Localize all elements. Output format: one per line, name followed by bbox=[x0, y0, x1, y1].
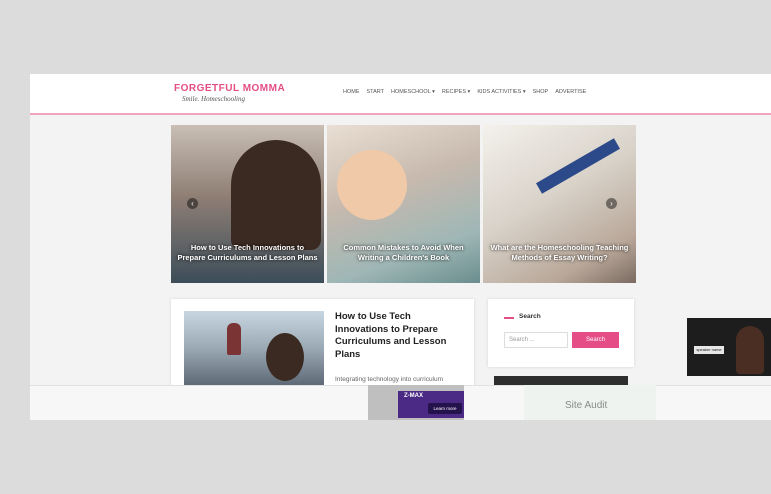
nav-homeschool[interactable]: HOMESCHOOL ▾ bbox=[391, 89, 435, 95]
slide-title[interactable]: What are the Homeschooling Teaching Meth… bbox=[489, 243, 630, 263]
widget-title-accent bbox=[504, 317, 514, 319]
slide-image bbox=[231, 140, 321, 250]
search-input[interactable]: Search ... bbox=[504, 332, 568, 348]
presenter bbox=[736, 326, 764, 374]
thumb-figure bbox=[266, 333, 304, 381]
thumb-figure bbox=[227, 323, 241, 355]
nav-advertise[interactable]: ADVERTISE bbox=[555, 89, 586, 95]
chevron-left-icon[interactable]: ‹ bbox=[187, 198, 198, 209]
search-widget: Search Search ... Search bbox=[488, 299, 634, 367]
slide-title[interactable]: How to Use Tech Innovations to Prepare C… bbox=[177, 243, 318, 263]
ad-learn-more-button[interactable]: Learn more bbox=[428, 403, 462, 414]
chevron-right-icon[interactable]: › bbox=[606, 198, 617, 209]
slide-2[interactable]: Common Mistakes to Avoid When Writing a … bbox=[327, 125, 480, 283]
site-logo[interactable]: FORGETFUL MOMMA bbox=[174, 83, 285, 94]
featured-slider: How to Use Tech Innovations to Prepare C… bbox=[171, 125, 636, 283]
browser-page: FORGETFUL MOMMA Smile. Homeschooling HOM… bbox=[30, 74, 771, 420]
site-tagline: Smile. Homeschooling bbox=[182, 95, 245, 103]
presenter-label: speaker name bbox=[694, 346, 724, 354]
nav-shop[interactable]: SHOP bbox=[533, 89, 549, 95]
nav-recipes[interactable]: RECIPES ▾ bbox=[442, 89, 470, 95]
ad-logo: Z-MAX bbox=[404, 393, 423, 399]
slide-image bbox=[337, 150, 407, 220]
post-title[interactable]: How to Use Tech Innovations to Prepare C… bbox=[335, 311, 465, 361]
nav-start[interactable]: START bbox=[367, 89, 385, 95]
search-button[interactable]: Search bbox=[572, 332, 619, 348]
slide-image bbox=[536, 138, 620, 194]
site-header: FORGETFUL MOMMA Smile. Homeschooling HOM… bbox=[30, 74, 771, 115]
slide-title[interactable]: Common Mistakes to Avoid When Writing a … bbox=[333, 243, 474, 263]
widget-title: Search bbox=[519, 313, 541, 320]
nav-home[interactable]: HOME bbox=[343, 89, 360, 95]
main-nav: HOME START HOMESCHOOL ▾ RECIPES ▾ KIDS A… bbox=[343, 89, 586, 95]
ad-text: Site Audit bbox=[565, 400, 608, 411]
nav-kids-activities[interactable]: KIDS ACTIVITIES ▾ bbox=[477, 89, 525, 95]
